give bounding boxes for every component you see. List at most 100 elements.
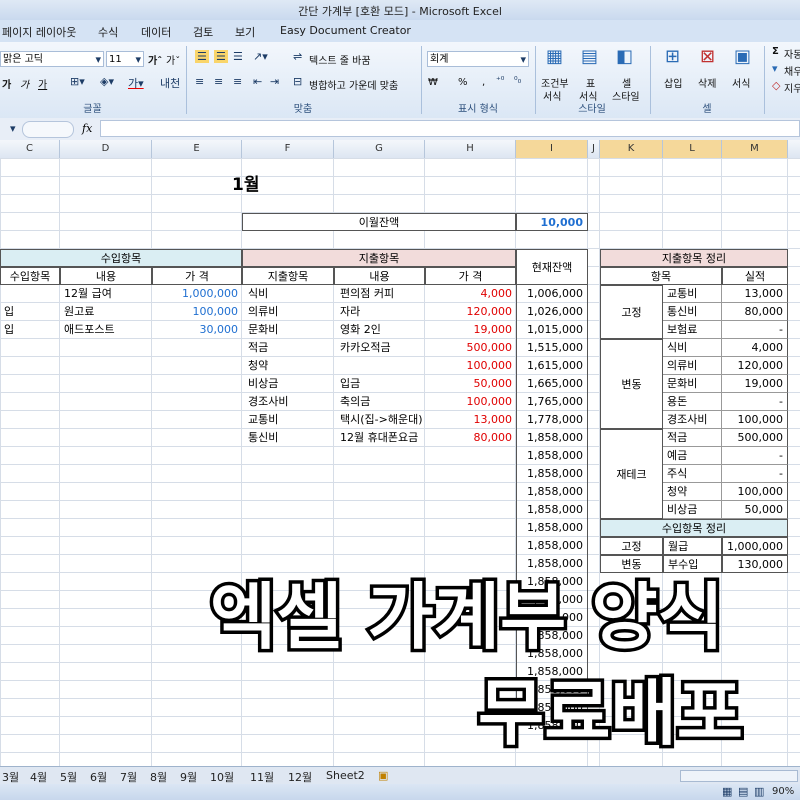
income-category-cell[interactable]: 입: [0, 303, 60, 321]
number-format-combo[interactable]: 회계 ▾: [427, 51, 529, 67]
sheet-tab[interactable]: 7월: [120, 769, 137, 785]
format-cells-icon[interactable]: ▣: [734, 46, 751, 67]
conditional-format-icon[interactable]: ▦: [546, 46, 563, 67]
tab-easy-document-creator[interactable]: Easy Document Creator: [280, 24, 411, 37]
balance-cell[interactable]: 1,858,000: [516, 519, 588, 537]
expense-amount-cell[interactable]: 19,000: [425, 321, 516, 339]
expense-amount-cell[interactable]: 4,000: [425, 285, 516, 303]
income-desc-cell[interactable]: 12월 급여: [60, 285, 152, 303]
income-amount-cell[interactable]: 1,000,000: [152, 285, 242, 303]
expense-amount-cell[interactable]: 80,000: [425, 429, 516, 447]
summary-value-cell[interactable]: -: [722, 447, 788, 465]
income-category-cell[interactable]: [0, 285, 60, 303]
summary-item-cell[interactable]: 비상금: [663, 501, 722, 519]
fill-color-icon[interactable]: ◈▾: [100, 75, 114, 88]
function-icon[interactable]: fx: [82, 122, 92, 135]
insert-sheet-icon[interactable]: ▣: [378, 769, 388, 782]
clear-button[interactable]: 지우: [784, 80, 800, 95]
expense-amount-cell[interactable]: 120,000: [425, 303, 516, 321]
table-format-icon[interactable]: ▤: [581, 46, 598, 67]
balance-cell[interactable]: 1,858,000: [516, 501, 588, 519]
insert-cells-icon[interactable]: ⊞: [665, 46, 680, 67]
merge-center-button[interactable]: 병합하고 가운데 맞춤: [309, 77, 398, 92]
align-left-icon[interactable]: ≡: [195, 75, 204, 88]
format-button[interactable]: 서식: [732, 75, 750, 90]
expense-desc-cell[interactable]: 카카오적금: [334, 339, 425, 357]
summary-value-cell[interactable]: -: [722, 321, 788, 339]
align-bottom-icon[interactable]: ☰: [233, 50, 243, 63]
balance-cell[interactable]: 1,615,000: [516, 357, 588, 375]
tab-page-layout[interactable]: 페이지 레이아웃: [2, 24, 76, 40]
italic-button[interactable]: 가: [20, 76, 29, 91]
bold-button[interactable]: 가: [2, 76, 11, 91]
balance-cell[interactable]: 1,006,000: [516, 285, 588, 303]
expense-amount-cell[interactable]: 50,000: [425, 375, 516, 393]
summary-item-cell[interactable]: 경조사비: [663, 411, 722, 429]
column-header[interactable]: F: [242, 140, 334, 158]
indent-decrease-icon[interactable]: ⇤: [253, 75, 262, 88]
indent-increase-icon[interactable]: ⇥: [270, 75, 279, 88]
expense-category-cell[interactable]: 청약: [242, 357, 334, 375]
expense-category-cell[interactable]: 식비: [242, 285, 334, 303]
summary-value-cell[interactable]: 50,000: [722, 501, 788, 519]
summary-value-cell[interactable]: 100,000: [722, 411, 788, 429]
expense-desc-cell[interactable]: [334, 357, 425, 375]
expense-category-cell[interactable]: 경조사비: [242, 393, 334, 411]
balance-cell[interactable]: 1,765,000: [516, 393, 588, 411]
summary-item-cell[interactable]: 문화비: [663, 375, 722, 393]
tab-formulas[interactable]: 수식: [98, 24, 118, 40]
expense-amount-cell[interactable]: 13,000: [425, 411, 516, 429]
wrap-text-icon[interactable]: ⇌: [293, 50, 302, 63]
income-summary-item-cell[interactable]: 월급: [663, 537, 722, 555]
summary-value-cell[interactable]: 500,000: [722, 429, 788, 447]
income-summary-value-cell[interactable]: 130,000: [722, 555, 788, 573]
autosum-button[interactable]: 자동: [784, 46, 800, 61]
formula-input[interactable]: [100, 120, 800, 137]
normal-view-icon[interactable]: ▦: [722, 785, 732, 798]
expense-desc-cell[interactable]: 축의금: [334, 393, 425, 411]
column-header[interactable]: D: [60, 140, 152, 158]
balance-cell[interactable]: 1,515,000: [516, 339, 588, 357]
delete-cells-icon[interactable]: ⊠: [700, 46, 715, 67]
column-header[interactable]: E: [152, 140, 242, 158]
expense-desc-cell[interactable]: 12월 휴대폰요금: [334, 429, 425, 447]
income-category-cell[interactable]: 입: [0, 321, 60, 339]
balance-cell[interactable]: 1,026,000: [516, 303, 588, 321]
fill-button[interactable]: 채우: [784, 63, 800, 78]
column-header[interactable]: K: [600, 140, 663, 158]
sheet-tab[interactable]: Sheet2: [326, 769, 365, 782]
expense-category-cell[interactable]: 통신비: [242, 429, 334, 447]
clear-icon[interactable]: ◇: [772, 79, 780, 92]
summary-value-cell[interactable]: 4,000: [722, 339, 788, 357]
expense-category-cell[interactable]: 교통비: [242, 411, 334, 429]
horizontal-scrollbar[interactable]: [680, 770, 798, 782]
balance-cell[interactable]: 1,858,000: [516, 483, 588, 501]
summary-item-cell[interactable]: 적금: [663, 429, 722, 447]
column-header[interactable]: C: [0, 140, 60, 158]
align-top-icon[interactable]: ☰: [195, 50, 209, 63]
income-summary-value-cell[interactable]: 1,000,000: [722, 537, 788, 555]
fill-icon[interactable]: ▾: [772, 62, 778, 75]
sheet-tab[interactable]: 12월: [288, 769, 312, 785]
summary-value-cell[interactable]: -: [722, 465, 788, 483]
font-color-icon[interactable]: 가▾: [128, 75, 144, 91]
column-header[interactable]: J: [588, 140, 600, 158]
column-header[interactable]: H: [425, 140, 516, 158]
tab-review[interactable]: 검토: [193, 24, 213, 40]
expense-desc-cell[interactable]: 입금: [334, 375, 425, 393]
expense-amount-cell[interactable]: 500,000: [425, 339, 516, 357]
prev-balance-value[interactable]: 10,000: [516, 213, 588, 231]
merge-icon[interactable]: ⊟: [293, 75, 302, 88]
shrink-font-button[interactable]: 가ˇ: [166, 52, 180, 67]
balance-cell[interactable]: 1,778,000: [516, 411, 588, 429]
border-icon[interactable]: ⊞▾: [70, 75, 85, 88]
align-right-icon[interactable]: ≡: [233, 75, 242, 88]
comma-button[interactable]: ,: [482, 77, 485, 88]
expense-amount-cell[interactable]: 100,000: [425, 393, 516, 411]
name-box-dropdown-icon[interactable]: ▾: [10, 122, 16, 135]
balance-cell[interactable]: 1,858,000: [516, 465, 588, 483]
income-amount-cell[interactable]: 100,000: [152, 303, 242, 321]
increase-decimal-icon[interactable]: ⁺⁰: [496, 76, 504, 86]
summary-value-cell[interactable]: 19,000: [722, 375, 788, 393]
wrap-text-button[interactable]: 텍스트 줄 바꿈: [309, 52, 371, 67]
